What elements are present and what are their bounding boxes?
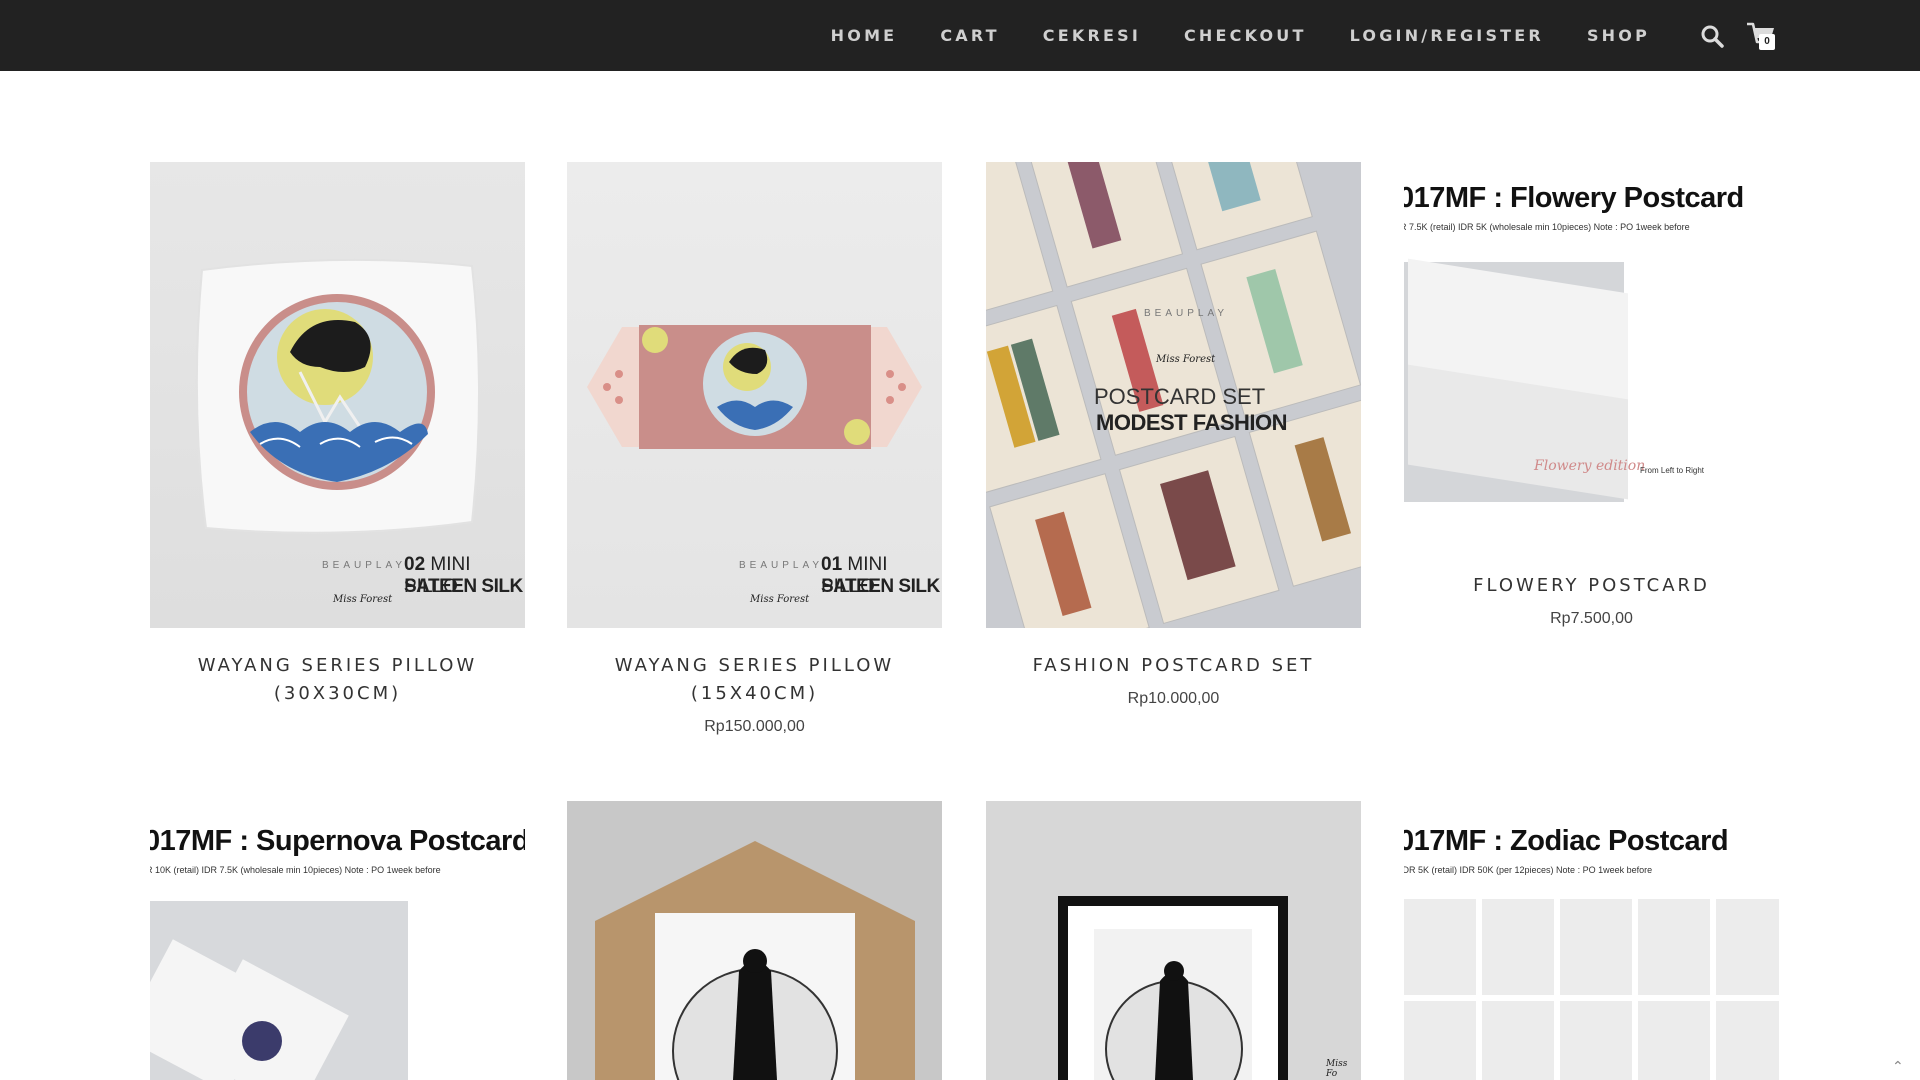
product-card[interactable]: BEAUPLAY 02 MINI PILLO SATEEN SILK Miss … (150, 162, 525, 708)
product-price: Rp150.000,00 (704, 718, 805, 735)
overlay-brand-text: BEAUPLAY (739, 560, 824, 571)
overlay-subtext: IDR 5K (retail) IDR 50K (per 12pieces) N… (1404, 865, 1653, 875)
overlay-fabric-text: SATEEN SILK (821, 576, 940, 597)
overlay-brand-text: BEAUPLAY (322, 560, 407, 571)
overlay-fabric-text: SATEEN SILK (404, 576, 523, 597)
nav-home[interactable]: HOME (831, 26, 898, 45)
product-image[interactable] (567, 801, 942, 1080)
nav-cekresi[interactable]: CEKRESI (1043, 26, 1141, 45)
overlay-signature: Miss Forest (1156, 354, 1216, 365)
overlay-line-2: MODEST FASHION (1096, 410, 1288, 435)
nav-checkout[interactable]: CHECKOUT (1184, 26, 1307, 45)
nav-cart[interactable]: CART (940, 26, 999, 45)
search-icon[interactable] (1698, 22, 1728, 52)
overlay-brand-text: BEAUPLAY (1144, 308, 1229, 319)
zodiac-card-grid (1404, 899, 1779, 1080)
product-image[interactable]: 017MF : Zodiac Postcard IDR 5K (retail) … (1404, 801, 1779, 1080)
product-price: Rp7.500,00 (1550, 610, 1633, 627)
product-card[interactable] (567, 801, 942, 1080)
overlay-subtext: R 10K (retail) IDR 7.5K (wholesale min 1… (150, 865, 441, 875)
overlay-heading: 017MF : Zodiac Postcard (1404, 825, 1729, 857)
envelope-illustration (595, 841, 915, 1080)
product-card[interactable]: Miss Fo (986, 801, 1361, 1080)
product-title[interactable]: FASHION POSTCARD SET (986, 652, 1361, 680)
product-title[interactable]: WAYANG SERIES PILLOW (15X40CM) (567, 652, 942, 708)
nav-login-register[interactable]: LOGIN/REGISTER (1350, 26, 1544, 45)
product-title[interactable]: FLOWERY POSTCARD (1404, 572, 1779, 600)
product-card[interactable]: 017MF : Supernova Postcard R 10K (retail… (150, 801, 525, 1080)
overlay-signature: Miss Fo (1326, 1059, 1348, 1079)
product-card[interactable]: 017MF : Zodiac Postcard IDR 5K (retail) … (1404, 801, 1779, 1080)
overlay-signature: Miss Forest (333, 594, 393, 605)
product-card[interactable]: 017MF : Flowery Postcard R 7.5K (retail)… (1404, 162, 1779, 628)
main-nav: HOME CART CEKRESI CHECKOUT LOGIN/REGISTE… (788, 0, 1650, 71)
product-card[interactable]: BEAUPLAY Miss Forest POSTCARD SET MODEST… (986, 162, 1361, 708)
product-image[interactable]: 017MF : Supernova Postcard R 10K (retail… (150, 801, 525, 1080)
product-image[interactable]: BEAUPLAY 02 MINI PILLO SATEEN SILK Miss … (150, 162, 525, 628)
overlay-side-note: From Left to Right (1640, 466, 1705, 475)
product-price: Rp10.000,00 (1127, 690, 1220, 707)
product-image[interactable]: 017MF : Flowery Postcard R 7.5K (retail)… (1404, 162, 1779, 544)
framed-print-illustration (1058, 896, 1288, 1080)
top-navigation-bar: HOME CART CEKRESI CHECKOUT LOGIN/REGISTE… (0, 0, 1920, 71)
overlay-heading: 017MF : Supernova Postcard (150, 825, 525, 857)
overlay-heading: 017MF : Flowery Postcard (1404, 182, 1744, 214)
cart-count-badge: 0 (1759, 34, 1775, 50)
product-card[interactable]: BEAUPLAY 01 MINI PILLO SATEEN SILK Miss … (567, 162, 942, 736)
nav-shop[interactable]: SHOP (1587, 26, 1650, 45)
product-image[interactable]: BEAUPLAY Miss Forest POSTCARD SET MODEST… (986, 162, 1361, 628)
product-image[interactable]: Miss Fo (986, 801, 1361, 1080)
overlay-line-1: POSTCARD SET (1094, 384, 1266, 409)
header-tools: 0 (1692, 16, 1782, 56)
scroll-to-top-icon[interactable]: ⌃ (1892, 1058, 1908, 1074)
overlay-signature: Miss Forest (750, 594, 810, 605)
postcard-photo (150, 901, 408, 1080)
product-title[interactable]: WAYANG SERIES PILLOW (30X30CM) (150, 652, 525, 708)
product-image[interactable]: BEAUPLAY 01 MINI PILLO SATEEN SILK Miss … (567, 162, 942, 628)
overlay-edition: Flowery edition (1534, 458, 1646, 474)
overlay-subtext: R 7.5K (retail) IDR 5K (wholesale min 10… (1404, 222, 1690, 232)
